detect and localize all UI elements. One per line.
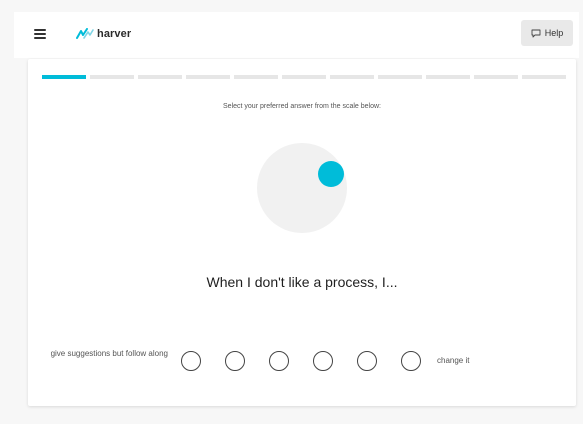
progress-segment: [426, 75, 470, 79]
brand-name: harver: [97, 28, 132, 40]
scale-right-label: change it: [437, 356, 470, 365]
progress-segment: [234, 75, 278, 79]
instruction-text: Select your preferred answer from the sc…: [223, 103, 381, 110]
answer-option-4[interactable]: [313, 351, 333, 371]
progress-segment: [330, 75, 374, 79]
help-button[interactable]: Help: [521, 20, 573, 46]
hamburger-menu-icon[interactable]: [34, 29, 46, 39]
question-prompt: When I don't like a process, I...: [206, 274, 398, 290]
answer-option-6[interactable]: [401, 351, 421, 371]
scale-left-label: give suggestions but follow along: [50, 349, 168, 358]
progress-bar: [42, 75, 570, 79]
brand-logo[interactable]: harver: [76, 28, 131, 40]
answer-option-1[interactable]: [181, 351, 201, 371]
harver-logo-icon: [76, 28, 94, 39]
progress-segment: [186, 75, 230, 79]
scale-visual-dot: [318, 161, 344, 187]
progress-segment: [474, 75, 518, 79]
answer-option-3[interactable]: [269, 351, 289, 371]
progress-segment: [138, 75, 182, 79]
question-card: Select your preferred answer from the sc…: [28, 59, 576, 406]
top-bar: harver Help: [14, 12, 579, 58]
progress-segment: [90, 75, 134, 79]
scale-visual: [257, 143, 347, 233]
answer-option-2[interactable]: [225, 351, 245, 371]
answer-option-5[interactable]: [357, 351, 377, 371]
chat-bubble-icon: [531, 29, 541, 37]
progress-segment: [42, 75, 86, 79]
help-button-label: Help: [544, 28, 564, 38]
progress-segment: [378, 75, 422, 79]
progress-segment: [282, 75, 326, 79]
progress-segment: [522, 75, 566, 79]
